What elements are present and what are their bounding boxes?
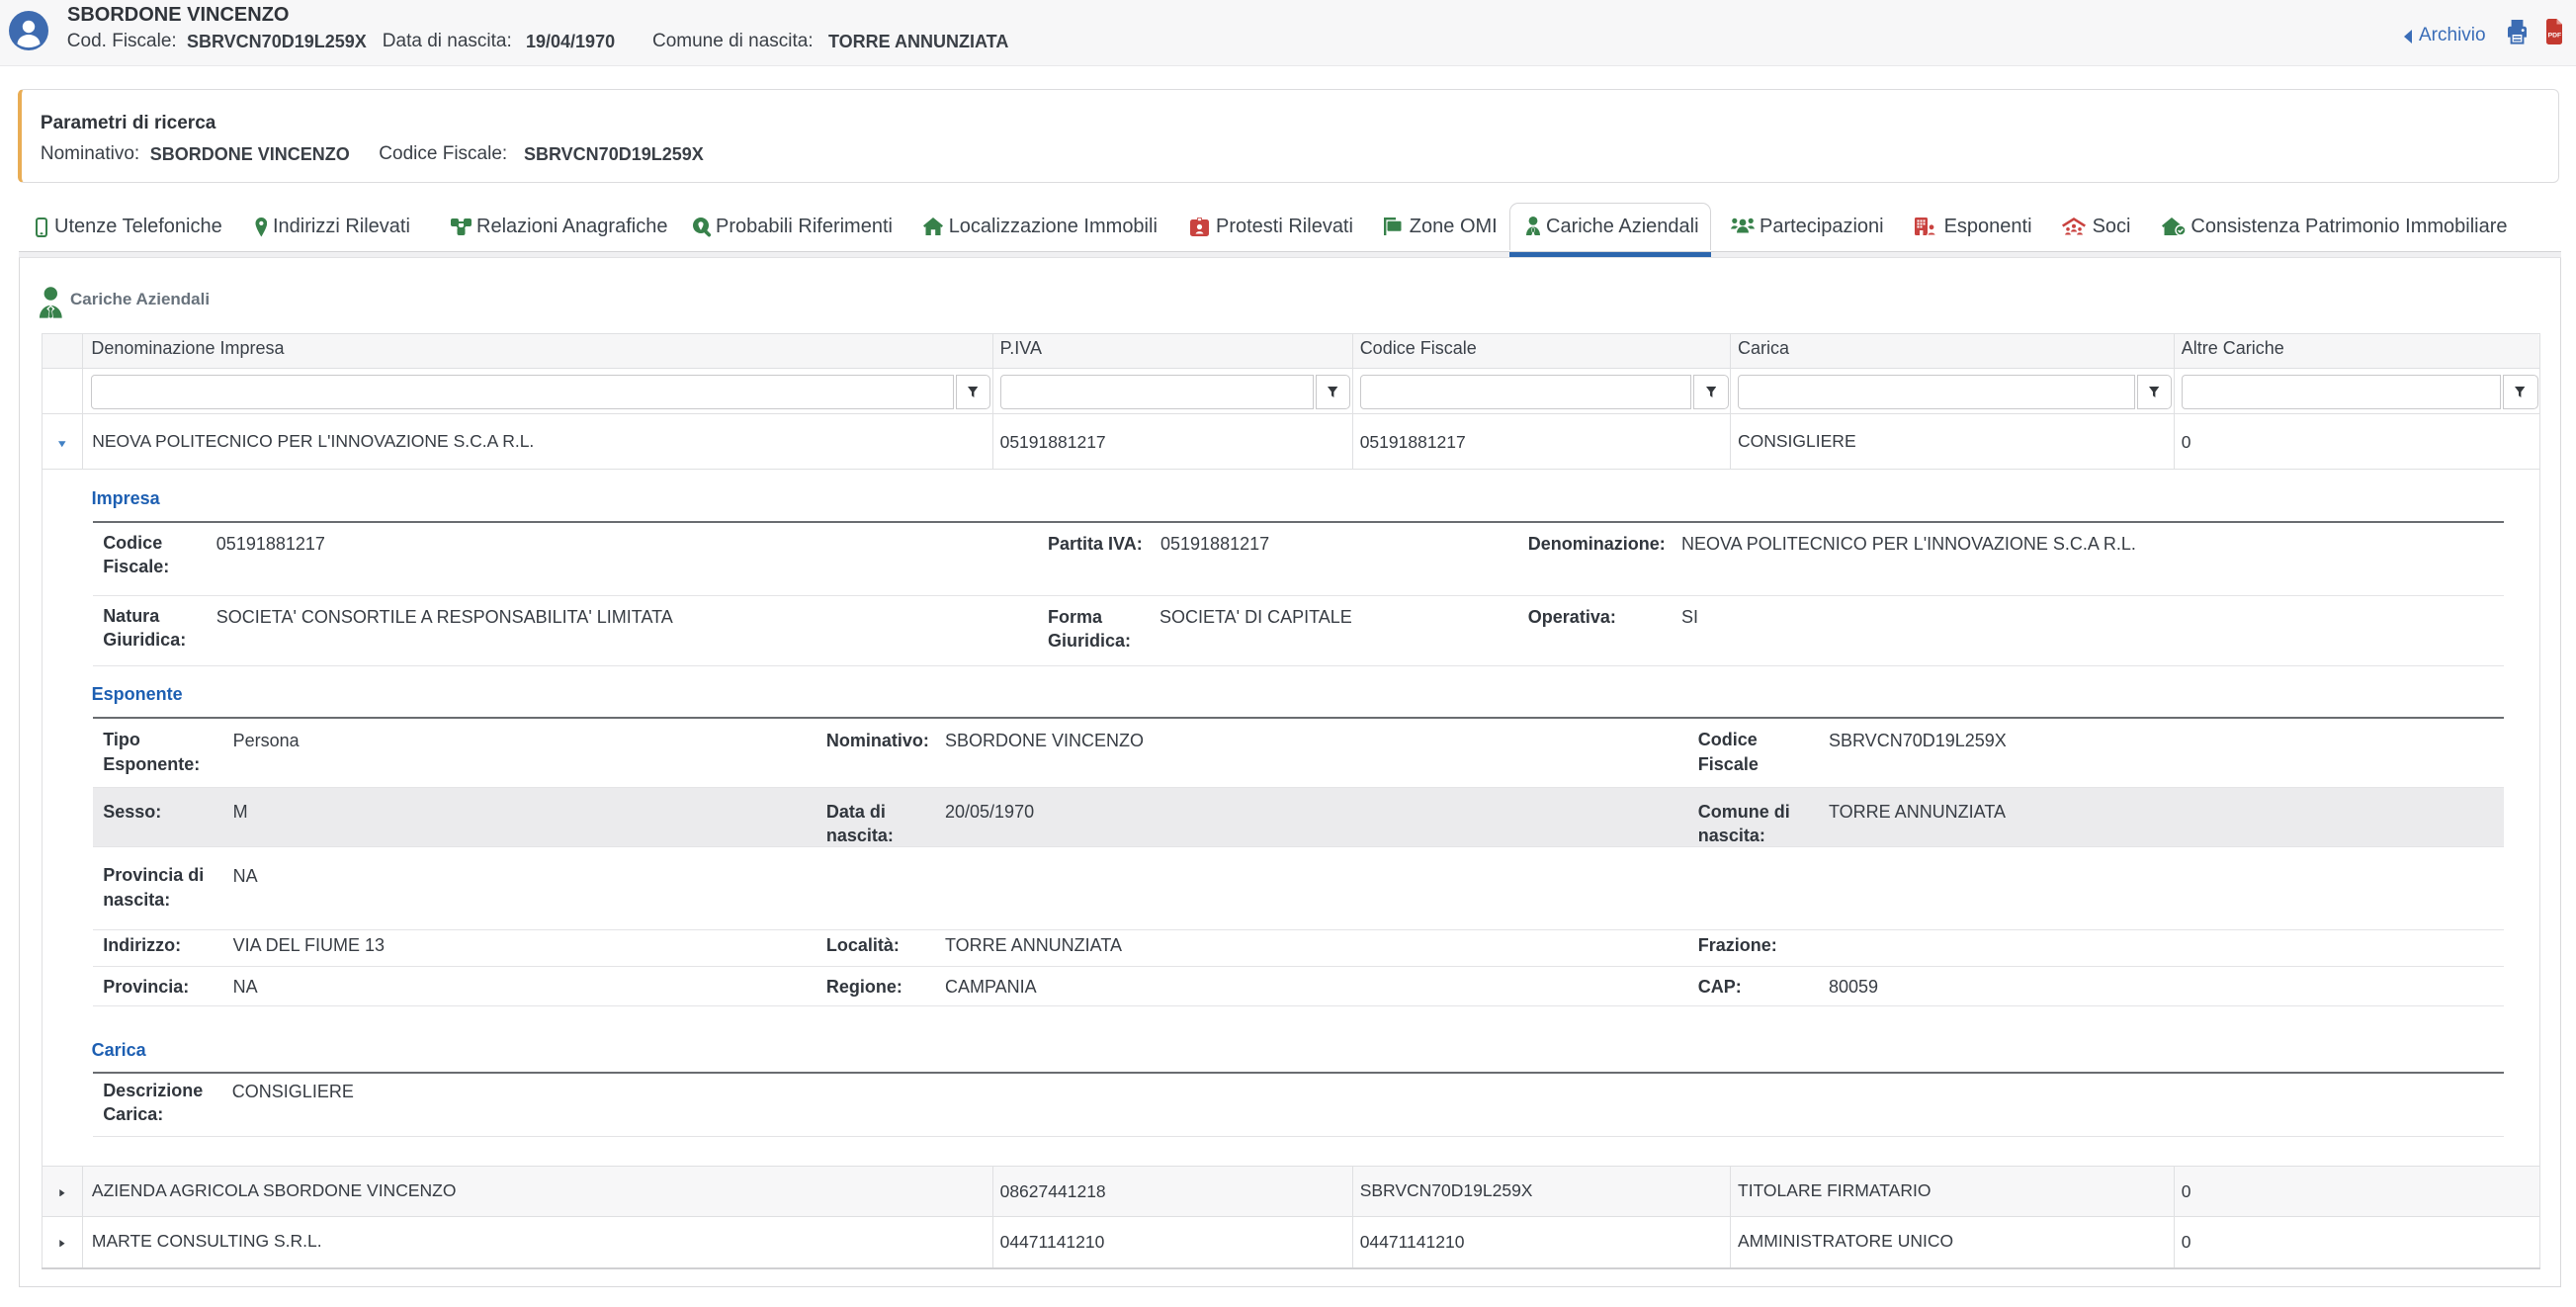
svg-text:PDF: PDF [2547, 33, 2561, 40]
